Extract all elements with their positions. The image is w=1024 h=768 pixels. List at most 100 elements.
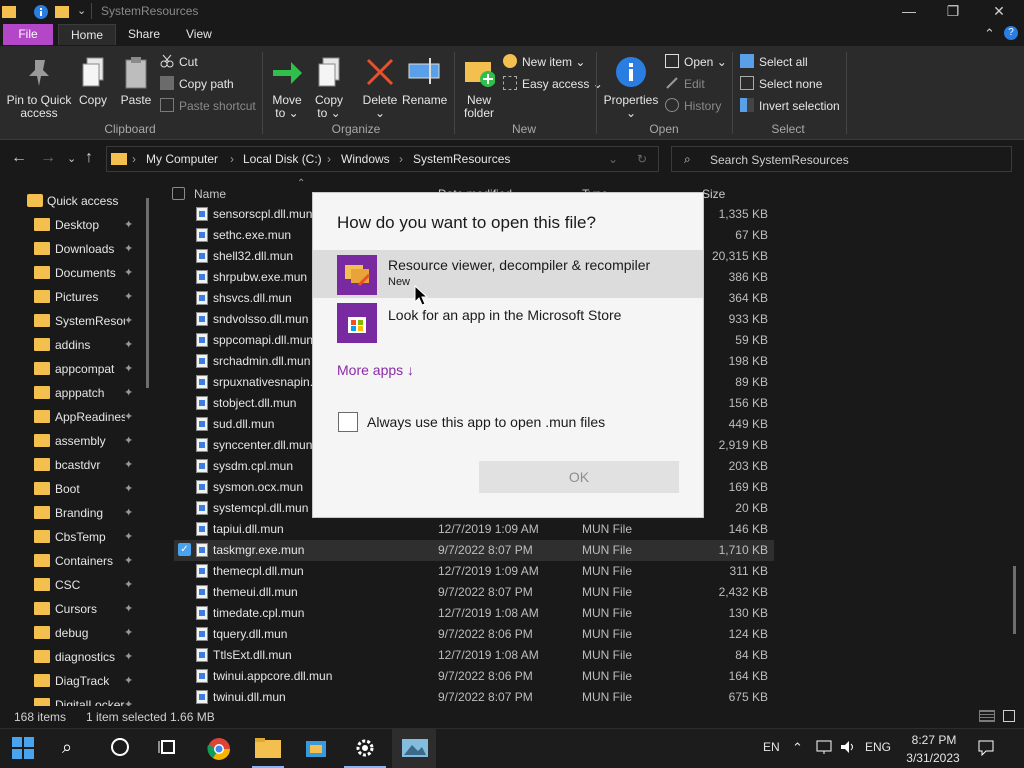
sidebar-item[interactable]: SystemResources✦ xyxy=(0,309,158,333)
pin-icon[interactable]: ✦ xyxy=(124,242,133,255)
collapse-ribbon-icon[interactable]: ⌃ xyxy=(984,26,995,42)
breadcrumb-windows[interactable]: Windows xyxy=(341,152,390,166)
minimize-button[interactable]: — xyxy=(886,0,932,24)
forward-arrow-icon[interactable]: → xyxy=(40,149,56,167)
pin-icon[interactable]: ✦ xyxy=(124,554,133,567)
pin-icon[interactable]: ✦ xyxy=(124,266,133,279)
search-input[interactable]: Search SystemResources xyxy=(710,153,849,167)
always-use-checkbox[interactable] xyxy=(338,412,358,432)
copy-path-button[interactable]: Copy path xyxy=(160,74,234,94)
app-option-resource-viewer[interactable]: Resource viewer, decompiler & recompiler… xyxy=(313,250,703,298)
input-language[interactable]: ENG xyxy=(865,740,891,754)
history-button[interactable]: History xyxy=(665,96,721,116)
up-arrow-icon[interactable]: ↑ xyxy=(85,149,93,167)
file-list-scrollbar[interactable] xyxy=(1013,566,1016,634)
pin-icon[interactable]: ✦ xyxy=(124,362,133,375)
file-row[interactable]: timedate.cpl.mun 12/7/2019 1:08 AM MUN Fil… xyxy=(174,603,774,624)
file-explorer-icon[interactable] xyxy=(255,737,281,761)
sidebar-scrollbar[interactable] xyxy=(146,198,149,388)
easy-access-button[interactable]: Easy access ⌄ xyxy=(503,74,603,94)
pin-icon[interactable]: ✦ xyxy=(124,650,133,663)
recent-locations-icon[interactable]: ⌄ xyxy=(67,152,76,165)
breadcrumb-my-computer[interactable]: My Computer xyxy=(146,152,218,166)
sidebar-item[interactable]: diagnostics ✦ xyxy=(0,645,158,669)
paste-button[interactable]: Paste xyxy=(118,56,154,107)
new-folder-icon[interactable] xyxy=(55,6,69,18)
file-row[interactable]: twinui.dll.mun 9/7/2022 8:07 PM MUN File 67… xyxy=(174,687,774,708)
more-apps-link[interactable]: More apps ↓ xyxy=(337,362,414,378)
column-name[interactable]: Name xyxy=(194,187,226,201)
sidebar-item[interactable]: bcastdvr ✦ xyxy=(0,453,158,477)
help-icon[interactable]: ? xyxy=(1004,26,1018,40)
pin-icon[interactable]: ✦ xyxy=(124,434,133,447)
resource-hacker-icon[interactable] xyxy=(304,737,328,761)
address-bar[interactable]: › My Computer › Local Disk (C:) › Window… xyxy=(106,146,659,172)
app-option-microsoft-store[interactable]: Look for an app in the Microsoft Store xyxy=(313,301,703,349)
pin-icon[interactable]: ✦ xyxy=(124,338,133,351)
sidebar-item[interactable]: Boot ✦ xyxy=(0,477,158,501)
file-row[interactable]: TtlsExt.dll.mun 12/7/2019 1:08 AM MUN File… xyxy=(174,645,774,666)
select-all-checkbox[interactable] xyxy=(172,187,185,200)
notifications-icon[interactable] xyxy=(978,740,994,759)
file-row[interactable]: tquery.dll.mun 9/7/2022 8:06 PM MUN File 12… xyxy=(174,624,774,645)
pin-icon[interactable]: ✦ xyxy=(124,386,133,399)
pin-icon[interactable]: ✦ xyxy=(124,218,133,231)
pin-icon[interactable]: ✦ xyxy=(124,482,133,495)
breadcrumb-systemresources[interactable]: SystemResources xyxy=(413,152,510,166)
sidebar-item[interactable]: Desktop ✦ xyxy=(0,213,158,237)
paste-shortcut-button[interactable]: Paste shortcut xyxy=(160,96,256,116)
row-checkbox[interactable]: ✓ xyxy=(178,543,191,556)
sidebar-item[interactable]: debug ✦ xyxy=(0,621,158,645)
task-view-icon[interactable] xyxy=(158,737,182,761)
sidebar-item[interactable]: appcompat ✦ xyxy=(0,357,158,381)
input-language-short[interactable]: EN xyxy=(763,740,780,754)
sidebar-item[interactable]: Containers ✦ xyxy=(0,549,158,573)
sidebar-item[interactable]: CSC ✦ xyxy=(0,573,158,597)
settings-gear-icon[interactable] xyxy=(354,737,378,761)
pin-icon[interactable]: ✦ xyxy=(124,674,133,687)
sidebar-item[interactable]: DiagTrack ✦ xyxy=(0,669,158,693)
sidebar-item[interactable]: Branding ✦ xyxy=(0,501,158,525)
pin-icon[interactable]: ✦ xyxy=(124,530,133,543)
large-icons-view-icon[interactable] xyxy=(1003,710,1015,722)
pin-icon[interactable]: ✦ xyxy=(124,506,133,519)
move-to-button[interactable]: Move to ⌄ xyxy=(270,56,304,120)
sidebar-item[interactable]: Cursors ✦ xyxy=(0,597,158,621)
invert-selection-button[interactable]: Invert selection xyxy=(740,96,840,116)
sidebar-item[interactable]: apppatch ✦ xyxy=(0,381,158,405)
breadcrumb-local-disk[interactable]: Local Disk (C:) xyxy=(243,152,322,166)
sidebar-item[interactable]: AppReadiness✦ xyxy=(0,405,158,429)
file-row[interactable]: ✓ taskmgr.exe.mun 9/7/2022 8:07 PM MUN File… xyxy=(174,540,774,561)
sidebar-item[interactable]: addins ✦ xyxy=(0,333,158,357)
select-none-button[interactable]: Select none xyxy=(740,74,822,94)
tab-home[interactable]: Home xyxy=(58,24,117,45)
pin-icon[interactable]: ✦ xyxy=(124,314,133,327)
refresh-icon[interactable]: ↻ xyxy=(637,152,647,166)
tab-file[interactable]: File xyxy=(3,24,53,45)
search-icon[interactable]: ⌕ xyxy=(62,737,86,761)
copy-to-button[interactable]: Copy to ⌄ xyxy=(312,56,346,120)
pin-icon[interactable]: ✦ xyxy=(124,602,133,615)
properties-button[interactable]: Properties ⌄ xyxy=(603,56,659,120)
search-box[interactable]: ⌕ Search SystemResources xyxy=(671,146,1012,172)
file-row[interactable]: themecpl.dll.mun 12/7/2019 1:09 AM MUN Fil… xyxy=(174,561,774,582)
pin-icon[interactable]: ✦ xyxy=(124,626,133,639)
back-arrow-icon[interactable]: ← xyxy=(11,149,27,167)
new-item-button[interactable]: New item ⌄ xyxy=(503,52,585,72)
start-button[interactable] xyxy=(12,737,36,761)
column-size[interactable]: Size xyxy=(702,187,725,201)
file-row[interactable]: tapiui.dll.mun 12/7/2019 1:09 AM MUN File 1… xyxy=(174,519,774,540)
customize-toolbar-icon[interactable]: ⌄ xyxy=(77,4,86,17)
sidebar-item[interactable]: Pictures ✦ xyxy=(0,285,158,309)
sidebar-item[interactable]: Documents ✦ xyxy=(0,261,158,285)
sidebar-item[interactable]: Quick access xyxy=(0,189,158,213)
tab-view[interactable]: View xyxy=(174,24,224,45)
open-button[interactable]: Open ⌄ xyxy=(665,52,727,72)
chrome-icon[interactable] xyxy=(207,737,231,761)
show-hidden-icons-icon[interactable]: ⌃ xyxy=(792,740,803,756)
folder-icon[interactable] xyxy=(2,6,16,18)
cut-button[interactable]: Cut xyxy=(160,52,198,72)
file-row[interactable]: twinui.appcore.dll.mun 9/7/2022 8:06 PM MU… xyxy=(174,666,774,687)
clock-time[interactable]: 8:27 PM xyxy=(908,733,960,747)
ok-button[interactable]: OK xyxy=(479,461,679,493)
